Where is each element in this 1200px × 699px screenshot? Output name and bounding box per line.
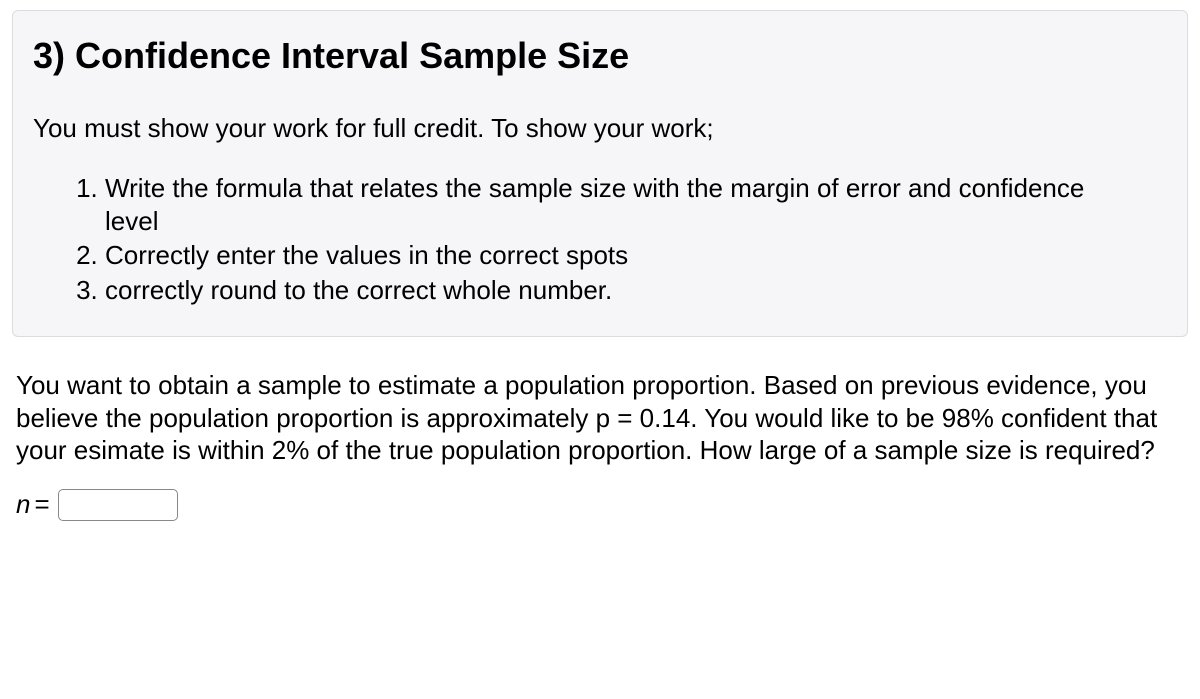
question-container: 3) Confidence Interval Sample Size You m… (0, 0, 1200, 531)
question-body: You want to obtain a sample to estimate … (12, 369, 1188, 467)
step-item: Write the formula that relates the sampl… (105, 172, 1167, 237)
answer-input[interactable] (58, 489, 178, 521)
equals-sign: = (34, 489, 49, 520)
steps-list: Write the formula that relates the sampl… (33, 172, 1167, 306)
question-title: 3) Confidence Interval Sample Size (33, 35, 1167, 77)
answer-row: n = (12, 489, 1188, 521)
step-item: Correctly enter the values in the correc… (105, 239, 1167, 272)
step-item: correctly round to the correct whole num… (105, 274, 1167, 307)
answer-variable-label: n (16, 489, 30, 520)
instructions-intro: You must show your work for full credit.… (33, 113, 1167, 144)
instructions-box: 3) Confidence Interval Sample Size You m… (12, 10, 1188, 337)
